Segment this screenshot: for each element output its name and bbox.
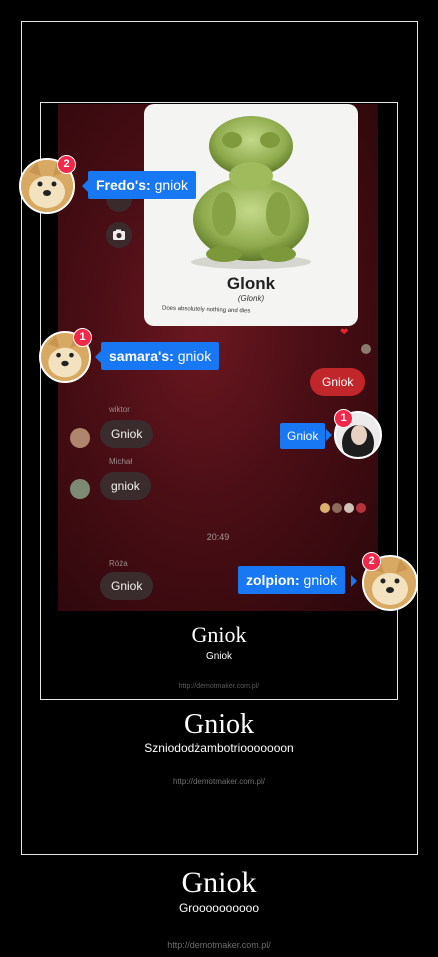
message-wiktor: Gniok <box>100 420 154 448</box>
card-title: Glonk <box>226 274 276 293</box>
inner-caption-subtitle: Gniok <box>205 651 233 662</box>
notification-badge: 1 <box>334 409 353 428</box>
notification-label-gniok: Gniok <box>280 423 326 449</box>
middle-caption-title: Gniok <box>184 709 254 740</box>
avatar-michal <box>70 479 90 499</box>
glonk-card: Glonk (Glonk) Does absolutely nothing an… <box>144 104 358 326</box>
sender-name-wiktor: wiktor <box>109 405 130 414</box>
camera-icon[interactable] <box>106 222 132 248</box>
notification-label-zolpion: zolpion: gniok <box>238 566 346 594</box>
outer-caption-title: Gniok <box>181 866 257 899</box>
notification-label-samara: samara's: gniok <box>101 342 220 370</box>
sender-name-michal: Michał <box>109 457 133 466</box>
outer-caption-subtitle: Groooooooooo <box>178 901 260 915</box>
middle-caption-subtitle: Szniododżambotriooooooon <box>144 741 294 755</box>
outer-caption-url: http://demotmaker.com.pl/ <box>167 940 271 950</box>
notification-badge: 2 <box>362 552 381 571</box>
sender-name-roza: Róża <box>109 559 128 568</box>
avatar-wiktor <box>70 428 90 448</box>
seen-avatar-icon <box>361 344 371 354</box>
heart-reaction-icon: ❤ <box>340 327 349 338</box>
notification-label-fredo: Fredo's: gniok <box>88 171 197 199</box>
label-arrow <box>351 575 357 587</box>
outgoing-message: Gniok <box>310 368 366 396</box>
middle-caption-url: http://demotmaker.com.pl/ <box>172 777 266 786</box>
notification-badge: 2 <box>57 155 76 174</box>
inner-caption-title: Gniok <box>191 622 247 647</box>
timestamp: 20:49 <box>206 532 230 542</box>
card-description: Does absolutely nothing and dies <box>161 305 251 315</box>
notification-badge: 1 <box>73 328 92 347</box>
message-michal: gniok <box>100 472 151 500</box>
card-subtitle: (Glonk) <box>237 294 265 303</box>
inner-caption-url: http://demotmaker.com.pl/ <box>178 683 260 690</box>
label-arrow <box>326 429 332 441</box>
message-roza: Gniok <box>100 572 154 600</box>
seen-avatars <box>320 502 376 514</box>
